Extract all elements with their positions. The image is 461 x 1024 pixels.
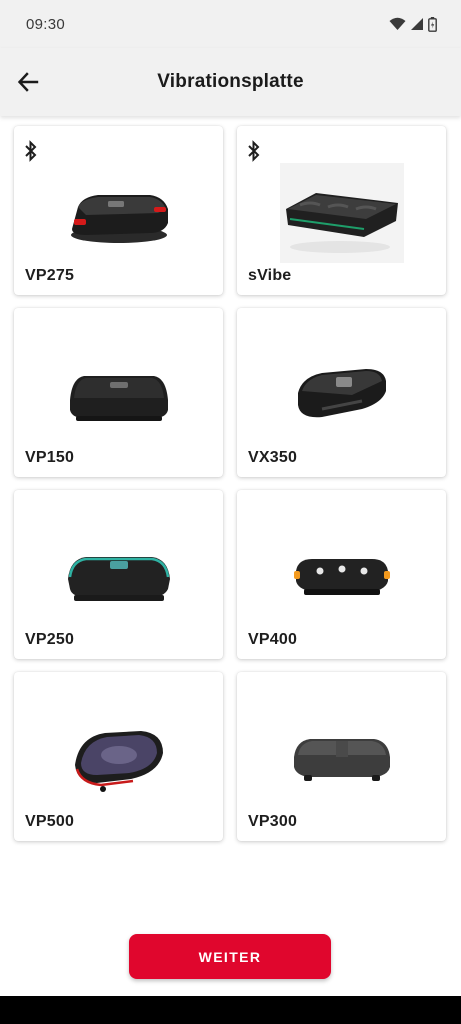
product-card-vp250[interactable]: VP250 [14, 490, 223, 659]
product-name: VP275 [25, 267, 75, 284]
status-bar: 09:30 [0, 0, 461, 48]
bluetooth-icon [248, 140, 260, 162]
bluetooth-icon [25, 140, 37, 162]
product-image [49, 158, 189, 268]
next-button[interactable]: WEITER [129, 934, 331, 979]
product-card-svibe[interactable]: sVibe [237, 126, 446, 295]
status-icons [389, 16, 437, 32]
product-name: VP500 [25, 813, 75, 830]
app-bar: Vibrationsplatte [0, 48, 461, 116]
product-card-vp500[interactable]: VP500 [14, 672, 223, 841]
wifi-icon [389, 17, 406, 30]
product-image [49, 704, 189, 814]
product-card-vp275[interactable]: VP275 [14, 126, 223, 295]
signal-icon [411, 18, 423, 30]
page-title: Vibrationsplatte [157, 71, 304, 92]
battery-icon [428, 16, 437, 32]
product-image [272, 340, 412, 450]
product-name: VX350 [248, 449, 298, 466]
system-nav-bar [0, 996, 461, 1024]
status-time: 09:30 [26, 15, 66, 33]
product-card-vp300[interactable]: VP300 [237, 672, 446, 841]
product-card-vx350[interactable]: VX350 [237, 308, 446, 477]
product-name: VP250 [25, 631, 75, 648]
product-image [272, 522, 412, 632]
product-name: sVibe [248, 267, 292, 284]
product-image [272, 704, 412, 814]
product-card-vp150[interactable]: VP150 [14, 308, 223, 477]
product-card-vp400[interactable]: VP400 [237, 490, 446, 659]
product-name: VP400 [248, 631, 298, 648]
product-grid: VP275 sVibe VP150 VX350 VP250 VP400 VP50… [14, 126, 447, 841]
product-name: VP300 [248, 813, 298, 830]
product-image [272, 158, 412, 268]
product-image [49, 340, 189, 450]
product-image [49, 522, 189, 632]
product-name: VP150 [25, 449, 75, 466]
